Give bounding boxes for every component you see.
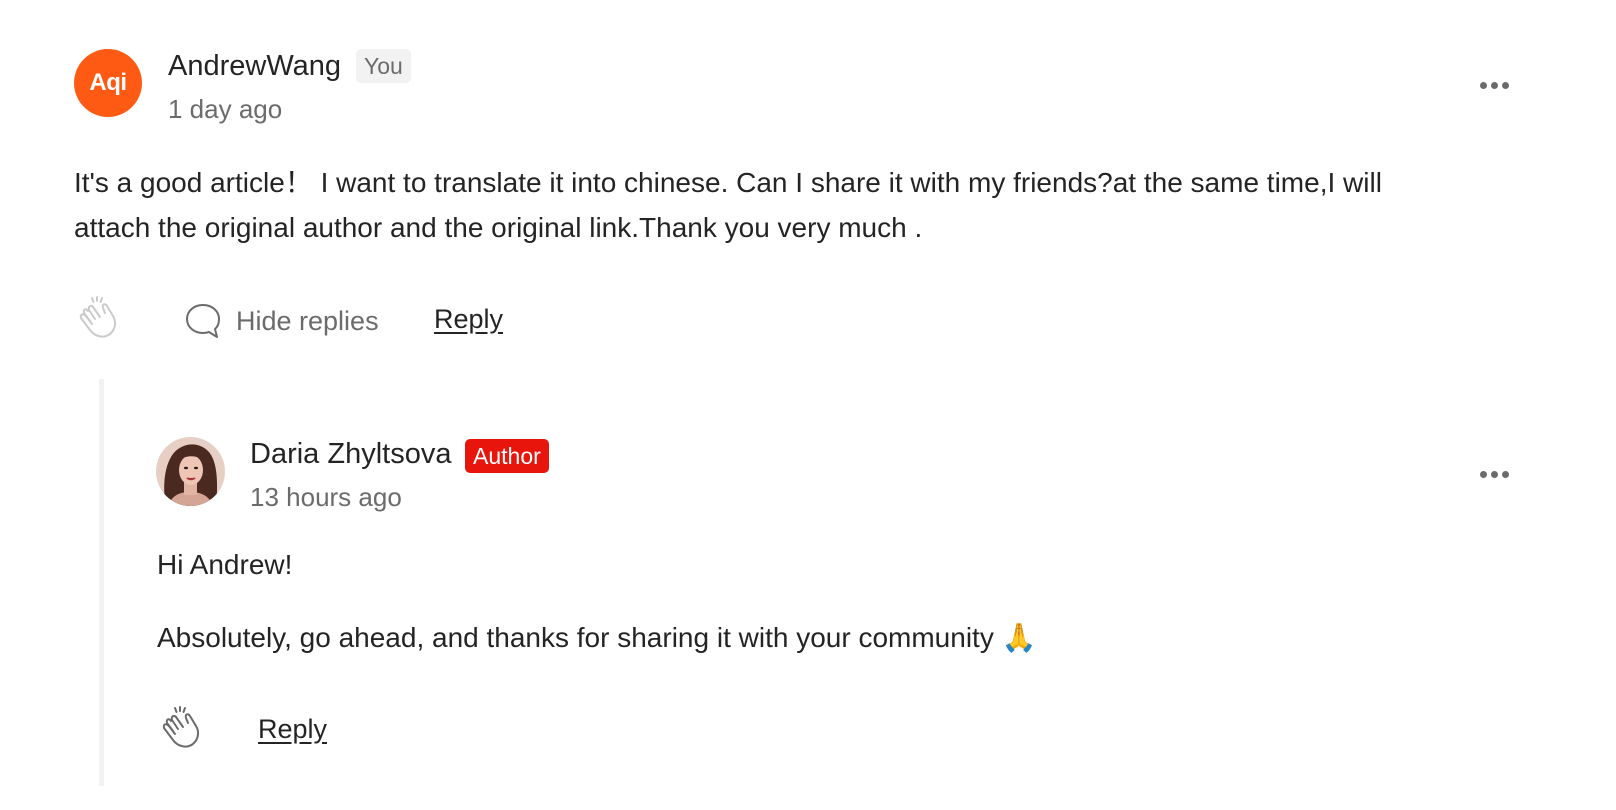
comment-timestamp: 1 day ago [168,94,283,124]
avatar-initials: Aqi [89,69,127,96]
reply-timestamp: 13 hours ago [250,482,402,512]
more-options-icon[interactable] [1480,471,1509,478]
reply-button[interactable]: Reply [258,714,327,745]
thread-line [99,379,104,786]
clap-icon[interactable] [159,704,205,757]
comment-body-line: It's a good article！ I want to translate… [74,167,1382,198]
more-options-icon[interactable] [1480,82,1509,89]
hide-replies-button[interactable]: Hide replies [184,302,379,340]
comment-body-line: attach the original author and the origi… [74,212,923,243]
reply-body-line: Hi Andrew! [157,549,293,580]
reply-body-line: Absolutely, go ahead, and thanks for sha… [157,622,1037,653]
avatar[interactable]: Aqi [74,49,142,117]
you-badge: You [356,49,411,83]
comment-author-name[interactable]: AndrewWang [168,50,341,83]
avatar[interactable] [156,437,225,506]
clap-icon[interactable] [76,294,122,347]
hide-replies-label: Hide replies [236,305,379,336]
author-badge: Author [465,439,549,473]
speech-bubble-icon [186,304,220,338]
reply-button[interactable]: Reply [434,304,503,335]
reply-author-name[interactable]: Daria Zhyltsova [250,438,451,471]
